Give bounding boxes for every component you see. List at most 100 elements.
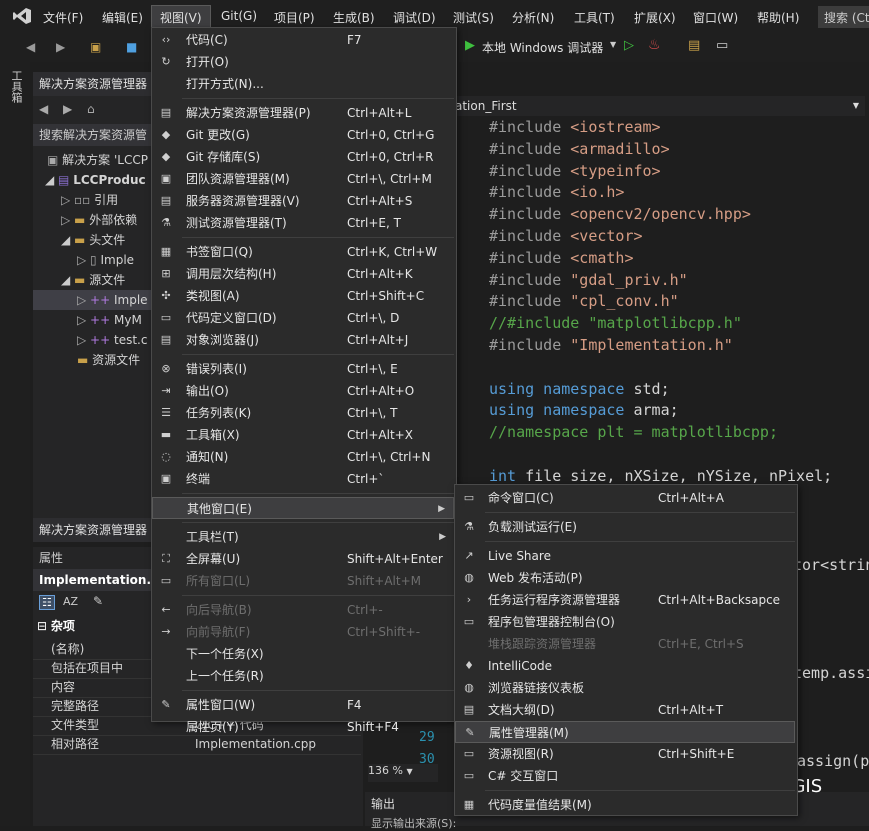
view-menu-item-git-存储库[interactable]: ◆ Git 存储库(S) Ctrl+0, Ctrl+R <box>152 146 454 168</box>
tree-resource-files[interactable]: ▬ 资源文件 <box>77 350 140 370</box>
tree-header-files[interactable]: ◢ ▬ 头文件 <box>61 230 125 250</box>
tree-references[interactable]: ▷ ▫▫ 引用 <box>61 190 118 210</box>
tree-header-impl[interactable]: ▷ ▯ Imple <box>77 250 134 270</box>
property-row[interactable]: 相对路径 Implementation.cpp <box>33 735 361 755</box>
menu-edit[interactable]: 编辑(E) <box>102 9 143 26</box>
zoom-level[interactable]: 136 % ▼ <box>368 764 438 782</box>
menu-separator <box>182 493 454 494</box>
hot-reload-icon[interactable]: ♨ <box>648 37 661 53</box>
other-windows-item-文档大纲[interactable]: ▤ 文档大纲(D) Ctrl+Alt+T <box>455 699 795 721</box>
home-icon[interactable]: ⌂ <box>87 102 95 116</box>
view-menu-item-git-更改[interactable]: ◆ Git 更改(G) Ctrl+0, Ctrl+G <box>152 124 454 146</box>
solution-explorer-tab[interactable]: 解决方案资源管理器 <box>33 518 153 542</box>
view-menu-item-终端[interactable]: ▣ 终端 Ctrl+` <box>152 468 454 490</box>
tree-source-files[interactable]: ◢ ▬ 源文件 <box>61 270 125 290</box>
view-menu-item-任务列表[interactable]: ☰ 任务列表(K) Ctrl+\, T <box>152 402 454 424</box>
view-menu-item-团队资源管理器[interactable]: ▣ 团队资源管理器(M) Ctrl+\, Ctrl+M <box>152 168 454 190</box>
tree-project[interactable]: ◢ ▤ LCCProduc <box>45 170 146 190</box>
view-menu-item-上一个任务[interactable]: 上一个任务(R) <box>152 665 454 687</box>
view-menu-item-工具栏[interactable]: 工具栏(T) ▶ <box>152 526 454 548</box>
view-menu-item-服务器资源管理器[interactable]: ▤ 服务器资源管理器(V) Ctrl+Alt+S <box>152 190 454 212</box>
folder-icon[interactable]: ▤ <box>688 38 700 53</box>
tree-source-test[interactable]: ▷ ++ test.c <box>77 330 147 350</box>
view-menu-item-调用层次结构[interactable]: ⊞ 调用层次结构(H) Ctrl+Alt+K <box>152 263 454 285</box>
other-windows-item-命令窗口[interactable]: ▭ 命令窗口(C) Ctrl+Alt+A <box>455 487 795 509</box>
window-layout-icon[interactable]: ▭ <box>716 38 728 53</box>
view-menu-item-下一个任务[interactable]: 下一个任务(X) <box>152 643 454 665</box>
other-windows-item-代码度量值结果[interactable]: ▦ 代码度量值结果(M) <box>455 794 795 816</box>
menu-build[interactable]: 生成(B) <box>333 9 375 26</box>
view-menu-item-解决方案资源管理器[interactable]: ▤ 解决方案资源管理器(P) Ctrl+Alt+L <box>152 102 454 124</box>
other-windows-item-web-发布活动[interactable]: ◍ Web 发布活动(P) <box>455 567 795 589</box>
view-menu-item-全屏幕[interactable]: ⛶ 全屏幕(U) Shift+Alt+Enter <box>152 548 454 570</box>
view-menu-item-打开[interactable]: ↻ 打开(O) <box>152 51 454 73</box>
run-target-label[interactable]: 本地 Windows 调试器 <box>482 39 603 56</box>
alphabetical-icon[interactable]: AZ <box>63 595 78 608</box>
toolbox-tab[interactable]: 工具箱 <box>6 70 24 120</box>
other-windows-item-live-share[interactable]: ↗ Live Share <box>455 545 795 567</box>
menu-file[interactable]: 文件(F) <box>43 9 83 26</box>
back-icon[interactable]: ◀ <box>26 40 40 54</box>
menu-view[interactable]: 视图(V) <box>160 9 202 26</box>
tree-solution[interactable]: ▣ 解决方案 'LCCP <box>47 150 148 170</box>
view-menu-item-工具箱[interactable]: ▬ 工具箱(X) Ctrl+Alt+X <box>152 424 454 446</box>
view-menu-item-label: 所有窗口(L) <box>186 574 251 588</box>
menu-help[interactable]: 帮助(H) <box>757 9 799 26</box>
view-menu-item-shortcut: Ctrl+K, Ctrl+W <box>347 245 438 259</box>
menu-window[interactable]: 窗口(W) <box>693 9 738 26</box>
view-menu-item-label: 终端 <box>186 472 211 486</box>
categorized-icon[interactable]: ☷ <box>39 595 55 610</box>
wrench-icon[interactable]: ✎ <box>93 594 103 608</box>
menu-tools[interactable]: 工具(T) <box>574 9 615 26</box>
tree-source-impl[interactable]: ▷ ++ Imple <box>33 290 153 310</box>
view-menu-item-shortcut: F4 <box>347 698 362 712</box>
view-menu-item-icon: ↻ <box>161 55 171 68</box>
start-debug-icon[interactable]: ▶ <box>465 38 475 53</box>
start-without-debug-icon[interactable]: ▷ <box>624 38 634 53</box>
view-menu-item-icon <box>159 501 175 517</box>
view-menu-item-属性页[interactable]: 属性页(Y) Shift+F4 <box>152 716 454 738</box>
output-source[interactable]: 显示输出来源(S): <box>365 815 869 831</box>
solution-search-input[interactable]: 搜索解决方案资源管 <box>33 124 153 146</box>
other-windows-item-负载测试运行[interactable]: ⚗ 负载测试运行(E) <box>455 516 795 538</box>
other-windows-item-资源视图[interactable]: ▭ 资源视图(R) Ctrl+Shift+E <box>455 743 795 765</box>
view-menu-item-icon: ⛶ <box>162 552 170 565</box>
save-icon[interactable]: ■ <box>126 40 140 54</box>
search-input[interactable]: 搜索 (Ct <box>818 6 869 28</box>
tree-external-deps[interactable]: ▷ ▬ 外部依赖 <box>61 210 137 230</box>
view-menu-item-通知[interactable]: ◌ 通知(N) Ctrl+\, Ctrl+N <box>152 446 454 468</box>
tree-source-mym[interactable]: ▷ ++ MyM <box>77 310 142 330</box>
view-menu-item-shortcut: Ctrl+\, Ctrl+M <box>347 172 432 186</box>
other-windows-item-任务运行程序资源管理器[interactable]: › 任务运行程序资源管理器 Ctrl+Alt+Backsapce <box>455 589 795 611</box>
view-menu-item-代码定义窗口[interactable]: ▭ 代码定义窗口(D) Ctrl+\, D <box>152 307 454 329</box>
view-menu-item-label: 属性页(Y) <box>186 720 239 734</box>
menu-test[interactable]: 测试(S) <box>453 9 494 26</box>
forward-icon[interactable]: ▶ <box>56 40 70 54</box>
back-icon[interactable]: ◀ <box>39 102 48 116</box>
menu-debug[interactable]: 调试(D) <box>393 9 436 26</box>
menu-analyze[interactable]: 分析(N) <box>512 9 554 26</box>
other-windows-item-浏览器链接仪表板[interactable]: ◍ 浏览器链接仪表板 <box>455 677 795 699</box>
new-item-icon[interactable]: ▣ <box>90 40 104 54</box>
menu-git[interactable]: Git(G) <box>221 9 257 23</box>
view-menu-item-输出[interactable]: ⇥ 输出(O) Ctrl+Alt+O <box>152 380 454 402</box>
view-menu-item-类视图[interactable]: ✣ 类视图(A) Ctrl+Shift+C <box>152 285 454 307</box>
view-menu-item-打开方式[interactable]: 打开方式(N)... <box>152 73 454 95</box>
view-menu-item-测试资源管理器[interactable]: ⚗ 测试资源管理器(T) Ctrl+E, T <box>152 212 454 234</box>
view-menu-item-代码[interactable]: ‹› 代码(C) F7 <box>152 29 454 51</box>
forward-icon[interactable]: ▶ <box>63 102 72 116</box>
editor-nav-dropdown[interactable]: ation_First ▼ <box>455 96 865 116</box>
other-windows-item-c-交互窗口[interactable]: ▭ C# 交互窗口 <box>455 765 795 787</box>
view-menu-item-属性窗口[interactable]: ✎ 属性窗口(W) F4 <box>152 694 454 716</box>
view-menu-item-书签窗口[interactable]: ▦ 书签窗口(Q) Ctrl+K, Ctrl+W <box>152 241 454 263</box>
view-menu-item-错误列表[interactable]: ⊗ 错误列表(I) Ctrl+\, E <box>152 358 454 380</box>
chevron-down-icon[interactable]: ▼ <box>610 40 616 49</box>
other-windows-item-程序包管理器控制台[interactable]: ▭ 程序包管理器控制台(O) <box>455 611 795 633</box>
menu-project[interactable]: 项目(P) <box>274 9 315 26</box>
other-windows-item-属性管理器[interactable]: ✎ 属性管理器(M) <box>455 721 795 743</box>
view-menu-item-对象浏览器[interactable]: ▤ 对象浏览器(J) Ctrl+Alt+J <box>152 329 454 351</box>
menu-extensions[interactable]: 扩展(X) <box>634 9 676 26</box>
view-menu-item-其他窗口[interactable]: 其他窗口(E) ▶ <box>152 497 454 519</box>
other-windows-item-shortcut: Ctrl+Alt+T <box>658 703 724 717</box>
other-windows-item-intellicode[interactable]: ♦ IntelliCode <box>455 655 795 677</box>
